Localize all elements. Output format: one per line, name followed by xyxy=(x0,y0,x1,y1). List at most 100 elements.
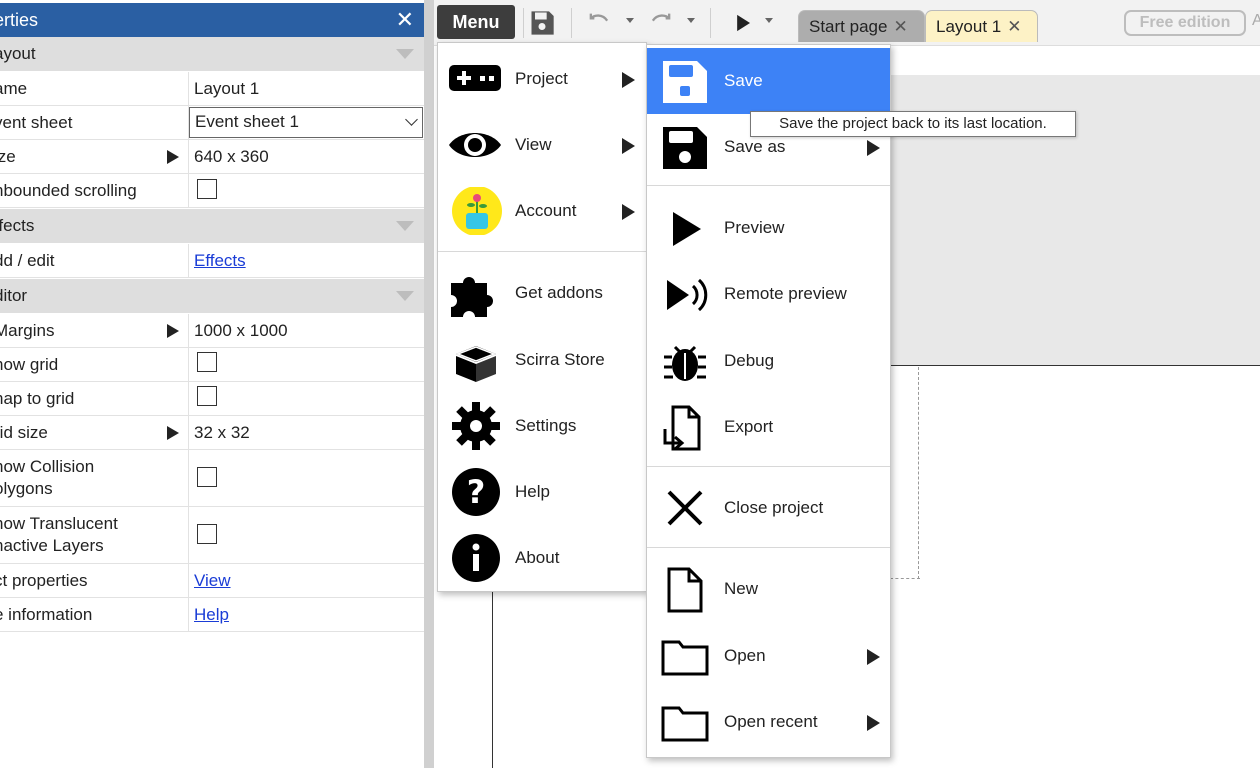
menu-separator xyxy=(647,466,890,467)
toolbar-separator xyxy=(710,8,711,38)
save-icon[interactable] xyxy=(528,9,556,37)
show-grid-checkbox[interactable] xyxy=(197,352,217,372)
column-divider xyxy=(188,174,189,207)
undo-icon[interactable] xyxy=(585,9,613,37)
name-value[interactable]: Layout 1 xyxy=(194,72,259,106)
menu-item-label: Open xyxy=(724,646,766,665)
menu-item-label: Save xyxy=(724,71,763,90)
properties-panel: erties ✕ ayout ame Layout 1 vent sheet E… xyxy=(0,0,424,768)
collapse-triangle-icon[interactable] xyxy=(396,291,414,301)
save-tooltip: Save the project back to its last locati… xyxy=(750,111,1076,137)
close-icon[interactable]: ✕ xyxy=(893,17,907,36)
menu-item-help[interactable]: ? Help xyxy=(438,459,646,525)
menu-item-scirra-store[interactable]: Scirra Store xyxy=(438,327,646,393)
free-edition-badge[interactable]: Free edition xyxy=(1124,10,1246,36)
event-sheet-select[interactable]: Event sheet 1 xyxy=(189,107,423,138)
column-divider xyxy=(188,416,189,449)
section-layout[interactable]: ayout xyxy=(0,37,424,71)
preview-dropdown-icon[interactable] xyxy=(765,18,773,23)
property-label: dd / edit xyxy=(0,251,55,270)
expand-arrow-icon[interactable] xyxy=(167,150,179,164)
column-divider xyxy=(188,140,189,173)
property-row-name: ame Layout 1 xyxy=(0,72,424,106)
menu-item-label: View xyxy=(515,135,552,154)
menu-item-open[interactable]: Open xyxy=(647,623,890,689)
menu-item-account[interactable]: Account xyxy=(438,178,646,244)
menu-item-save[interactable]: Save xyxy=(647,48,890,114)
menu-item-label: Close project xyxy=(724,498,824,517)
property-label: ize xyxy=(0,147,16,166)
column-divider xyxy=(188,244,189,277)
close-icon[interactable]: ✕ xyxy=(1007,17,1021,36)
redo-dropdown-icon[interactable] xyxy=(687,18,695,23)
menu-item-close-project[interactable]: Close project xyxy=(647,475,890,541)
submenu-arrow-icon xyxy=(867,649,880,665)
menu-item-view[interactable]: View xyxy=(438,112,646,178)
view-link[interactable]: View xyxy=(194,564,231,598)
menu-separator xyxy=(647,547,890,548)
menu-separator xyxy=(438,251,646,252)
close-icon[interactable]: ✕ xyxy=(396,3,414,37)
snap-to-grid-checkbox[interactable] xyxy=(197,386,217,406)
property-label: how grid xyxy=(0,355,59,374)
section-effects[interactable]: ffects xyxy=(0,209,424,243)
unbounded-scrolling-checkbox[interactable] xyxy=(197,179,217,199)
menu-item-about[interactable]: About xyxy=(438,525,646,591)
section-label: ffects xyxy=(0,216,35,235)
menu-item-preview[interactable]: Preview xyxy=(647,195,890,261)
project-submenu: Save Save as Preview Remote preview Debu… xyxy=(646,44,891,758)
property-row-show-grid: how grid xyxy=(0,348,424,382)
property-row-show-translucent-inactive-layers: how Translucent nactive Layers xyxy=(0,507,424,564)
property-label: vent sheet xyxy=(0,113,73,132)
menu-button[interactable]: Menu xyxy=(437,5,515,39)
chevron-down-icon xyxy=(405,113,418,126)
size-value[interactable]: 640 x 360 xyxy=(194,140,269,174)
menu-item-project[interactable]: Project xyxy=(438,46,646,112)
column-divider xyxy=(188,382,189,415)
main-menu: Project View Account Get addons Scirra S… xyxy=(437,42,647,592)
property-row-size: ize 640 x 360 xyxy=(0,140,424,174)
show-translucent-inactive-layers-checkbox[interactable] xyxy=(197,524,217,544)
menu-item-export[interactable]: Export xyxy=(647,394,890,460)
play-icon[interactable] xyxy=(729,9,757,37)
collapse-triangle-icon[interactable] xyxy=(396,49,414,59)
column-divider xyxy=(188,450,189,506)
menu-item-settings[interactable]: Settings xyxy=(438,393,646,459)
panel-splitter[interactable] xyxy=(424,0,434,768)
toolbar-separator xyxy=(571,8,572,38)
property-row-event-sheet: vent sheet Event sheet 1 xyxy=(0,106,424,140)
menu-item-label: Open recent xyxy=(724,712,818,731)
menu-item-new[interactable]: New xyxy=(647,556,890,622)
section-label: ayout xyxy=(0,44,36,63)
menu-item-label: Help xyxy=(515,482,550,501)
menu-item-debug[interactable]: Debug xyxy=(647,328,890,394)
menu-item-open-recent[interactable]: Open recent xyxy=(647,689,890,755)
puzzle-icon xyxy=(451,277,493,317)
menu-item-label: Get addons xyxy=(515,283,603,302)
menu-item-label: Debug xyxy=(724,351,775,370)
tab-start-page[interactable]: Start page ✕ xyxy=(798,10,925,42)
property-row-object-properties: ct properties View xyxy=(0,564,424,598)
effects-link[interactable]: Effects xyxy=(194,244,246,278)
expand-arrow-icon[interactable] xyxy=(167,426,179,440)
collapse-triangle-icon[interactable] xyxy=(396,221,414,231)
select-value: Event sheet 1 xyxy=(195,112,299,131)
gamepad-icon xyxy=(449,65,501,91)
property-label: e information xyxy=(0,605,93,624)
column-divider xyxy=(188,348,189,381)
redo-icon[interactable] xyxy=(647,9,675,37)
show-collision-polygons-checkbox[interactable] xyxy=(197,467,217,487)
grid-size-value[interactable]: 32 x 32 xyxy=(194,416,250,450)
menu-item-remote-preview[interactable]: Remote preview xyxy=(647,261,890,327)
menu-item-get-addons[interactable]: Get addons xyxy=(438,260,646,326)
undo-dropdown-icon[interactable] xyxy=(626,18,634,23)
help-link[interactable]: Help xyxy=(194,598,229,632)
section-editor[interactable]: ditor xyxy=(0,279,424,313)
bug-icon xyxy=(664,345,706,381)
menu-item-label: Settings xyxy=(515,416,577,435)
column-divider xyxy=(188,72,189,105)
expand-arrow-icon[interactable] xyxy=(167,324,179,338)
margins-value[interactable]: 1000 x 1000 xyxy=(194,314,288,348)
viewport-border xyxy=(890,578,920,579)
tab-layout-1[interactable]: Layout 1 ✕ xyxy=(925,10,1038,42)
